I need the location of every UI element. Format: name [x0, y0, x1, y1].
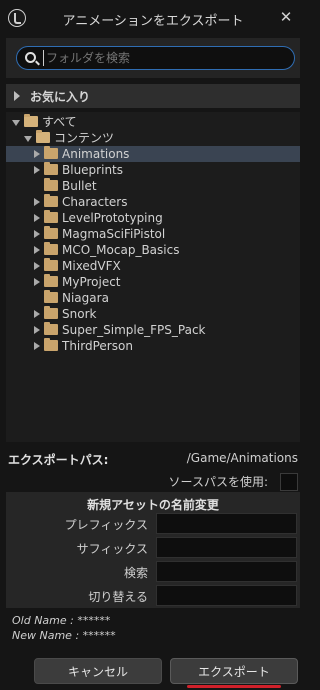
expand-arrow-icon[interactable] — [34, 230, 40, 238]
favorites-label: お気に入り — [30, 90, 91, 104]
expand-arrow-icon[interactable] — [34, 278, 40, 286]
tree-row-folder[interactable]: Bullet — [6, 178, 300, 194]
folder-label: Characters — [62, 195, 128, 209]
folder-icon — [44, 306, 58, 319]
expand-arrow-icon[interactable] — [34, 214, 40, 222]
expand-arrow-icon[interactable] — [34, 310, 40, 318]
folder-tree: すべて コンテンツ Animations Blueprints Bullet Char… — [6, 112, 300, 442]
folder-icon — [44, 242, 58, 255]
suffix-input[interactable] — [156, 537, 297, 558]
collapse-arrow-icon — [12, 120, 20, 126]
folder-label: ThirdPerson — [62, 339, 133, 353]
expand-arrow-icon[interactable] — [34, 262, 40, 270]
prefix-input[interactable] — [156, 513, 297, 534]
folder-icon — [44, 194, 58, 207]
folder-label: MyProject — [62, 275, 121, 289]
export-path-value: /Game/Animations — [186, 451, 298, 465]
folder-icon — [44, 274, 58, 287]
tree-row-folder[interactable]: Super_Simple_FPS_Pack — [6, 322, 300, 338]
folder-icon — [44, 258, 58, 271]
tree-root-label: すべて — [42, 115, 77, 129]
prefix-label: プレフィックス — [64, 518, 148, 532]
export-focus-underline — [187, 685, 281, 688]
export-button[interactable]: エクスポート — [170, 658, 298, 688]
tree-row-folder[interactable]: Snork — [6, 306, 300, 322]
tree-row-folder[interactable]: ThirdPerson — [6, 338, 300, 354]
folder-icon — [44, 178, 58, 191]
folder-label: Blueprints — [62, 163, 124, 177]
rename-panel: 新規アセットの名前変更 プレフィックス サフィックス 検索 切り替える — [6, 492, 300, 608]
favorites-header[interactable]: お気に入り — [6, 84, 300, 108]
tree-row-folder[interactable]: Blueprints — [6, 162, 300, 178]
expand-arrow-icon[interactable] — [34, 246, 40, 254]
old-name-text: Old Name : ****** — [12, 614, 111, 627]
cancel-button[interactable]: キャンセル — [34, 658, 162, 684]
search-area — [6, 38, 300, 78]
export-path-label: エクスポートパス: — [8, 453, 109, 467]
folder-icon — [44, 162, 58, 175]
folder-label: Super_Simple_FPS_Pack — [62, 323, 206, 337]
collapse-arrow-icon — [24, 136, 32, 142]
folder-label: MixedVFX — [62, 259, 121, 273]
folder-icon — [44, 226, 58, 239]
expand-arrow-icon[interactable] — [34, 150, 40, 158]
folder-label: LevelPrototyping — [62, 211, 163, 225]
tree-row-folder[interactable]: Animations — [6, 146, 300, 162]
folder-label: Snork — [62, 307, 97, 321]
tree-row-folder[interactable]: MagmaSciFiPistol — [6, 226, 300, 242]
export-button-label: エクスポート — [198, 665, 270, 679]
title-bar: アニメーションをエクスポート ✕ — [0, 0, 306, 38]
expand-arrow-icon[interactable] — [34, 198, 40, 206]
folder-icon — [44, 322, 58, 335]
expand-arrow-icon — [14, 91, 20, 101]
tree-content-label: コンテンツ — [54, 131, 115, 145]
expand-arrow-icon[interactable] — [34, 342, 40, 350]
folder-open-icon — [36, 130, 50, 143]
folder-icon — [44, 210, 58, 223]
folder-icon — [44, 290, 58, 303]
new-name-text: New Name : ****** — [12, 629, 116, 642]
folder-label: MCO_Mocap_Basics — [62, 243, 180, 257]
folder-open-icon — [24, 114, 38, 127]
search-box[interactable] — [16, 46, 295, 70]
source-path-label: ソースパスを使用: — [168, 475, 268, 489]
tree-row-folder[interactable]: LevelPrototyping — [6, 210, 300, 226]
search-icon — [25, 52, 36, 63]
folder-icon — [44, 338, 58, 351]
folder-label: Animations — [62, 147, 130, 161]
replace-label: 切り替える — [88, 590, 148, 604]
folder-label: MagmaSciFiPistol — [62, 227, 166, 241]
folder-icon — [44, 146, 58, 159]
close-button[interactable]: ✕ — [276, 7, 296, 27]
search-input[interactable] — [43, 50, 283, 66]
tree-row-folder[interactable]: MyProject — [6, 274, 300, 290]
source-path-checkbox[interactable] — [280, 473, 298, 491]
expand-arrow-icon[interactable] — [34, 166, 40, 174]
rename-title: 新規アセットの名前変更 — [87, 498, 219, 512]
tree-row-content[interactable]: コンテンツ — [6, 130, 300, 146]
search-replace-label: 検索 — [123, 566, 148, 580]
folder-label: Bullet — [62, 179, 97, 193]
tree-row-folder[interactable]: Niagara — [6, 290, 300, 306]
suffix-label: サフィックス — [76, 542, 148, 556]
tree-row-folder[interactable]: MCO_Mocap_Basics — [6, 242, 300, 258]
window-title: アニメーションをエクスポート — [62, 14, 244, 29]
folder-label: Niagara — [62, 291, 109, 305]
tree-row-folder[interactable]: Characters — [6, 194, 300, 210]
footer: キャンセル エクスポート — [0, 652, 306, 690]
replace-input[interactable] — [156, 585, 297, 606]
expand-arrow-icon[interactable] — [34, 326, 40, 334]
tree-row-folder[interactable]: MixedVFX — [6, 258, 300, 274]
cancel-button-label: キャンセル — [67, 665, 128, 679]
tree-row-all[interactable]: すべて — [6, 114, 300, 130]
search-replace-input[interactable] — [156, 561, 297, 582]
